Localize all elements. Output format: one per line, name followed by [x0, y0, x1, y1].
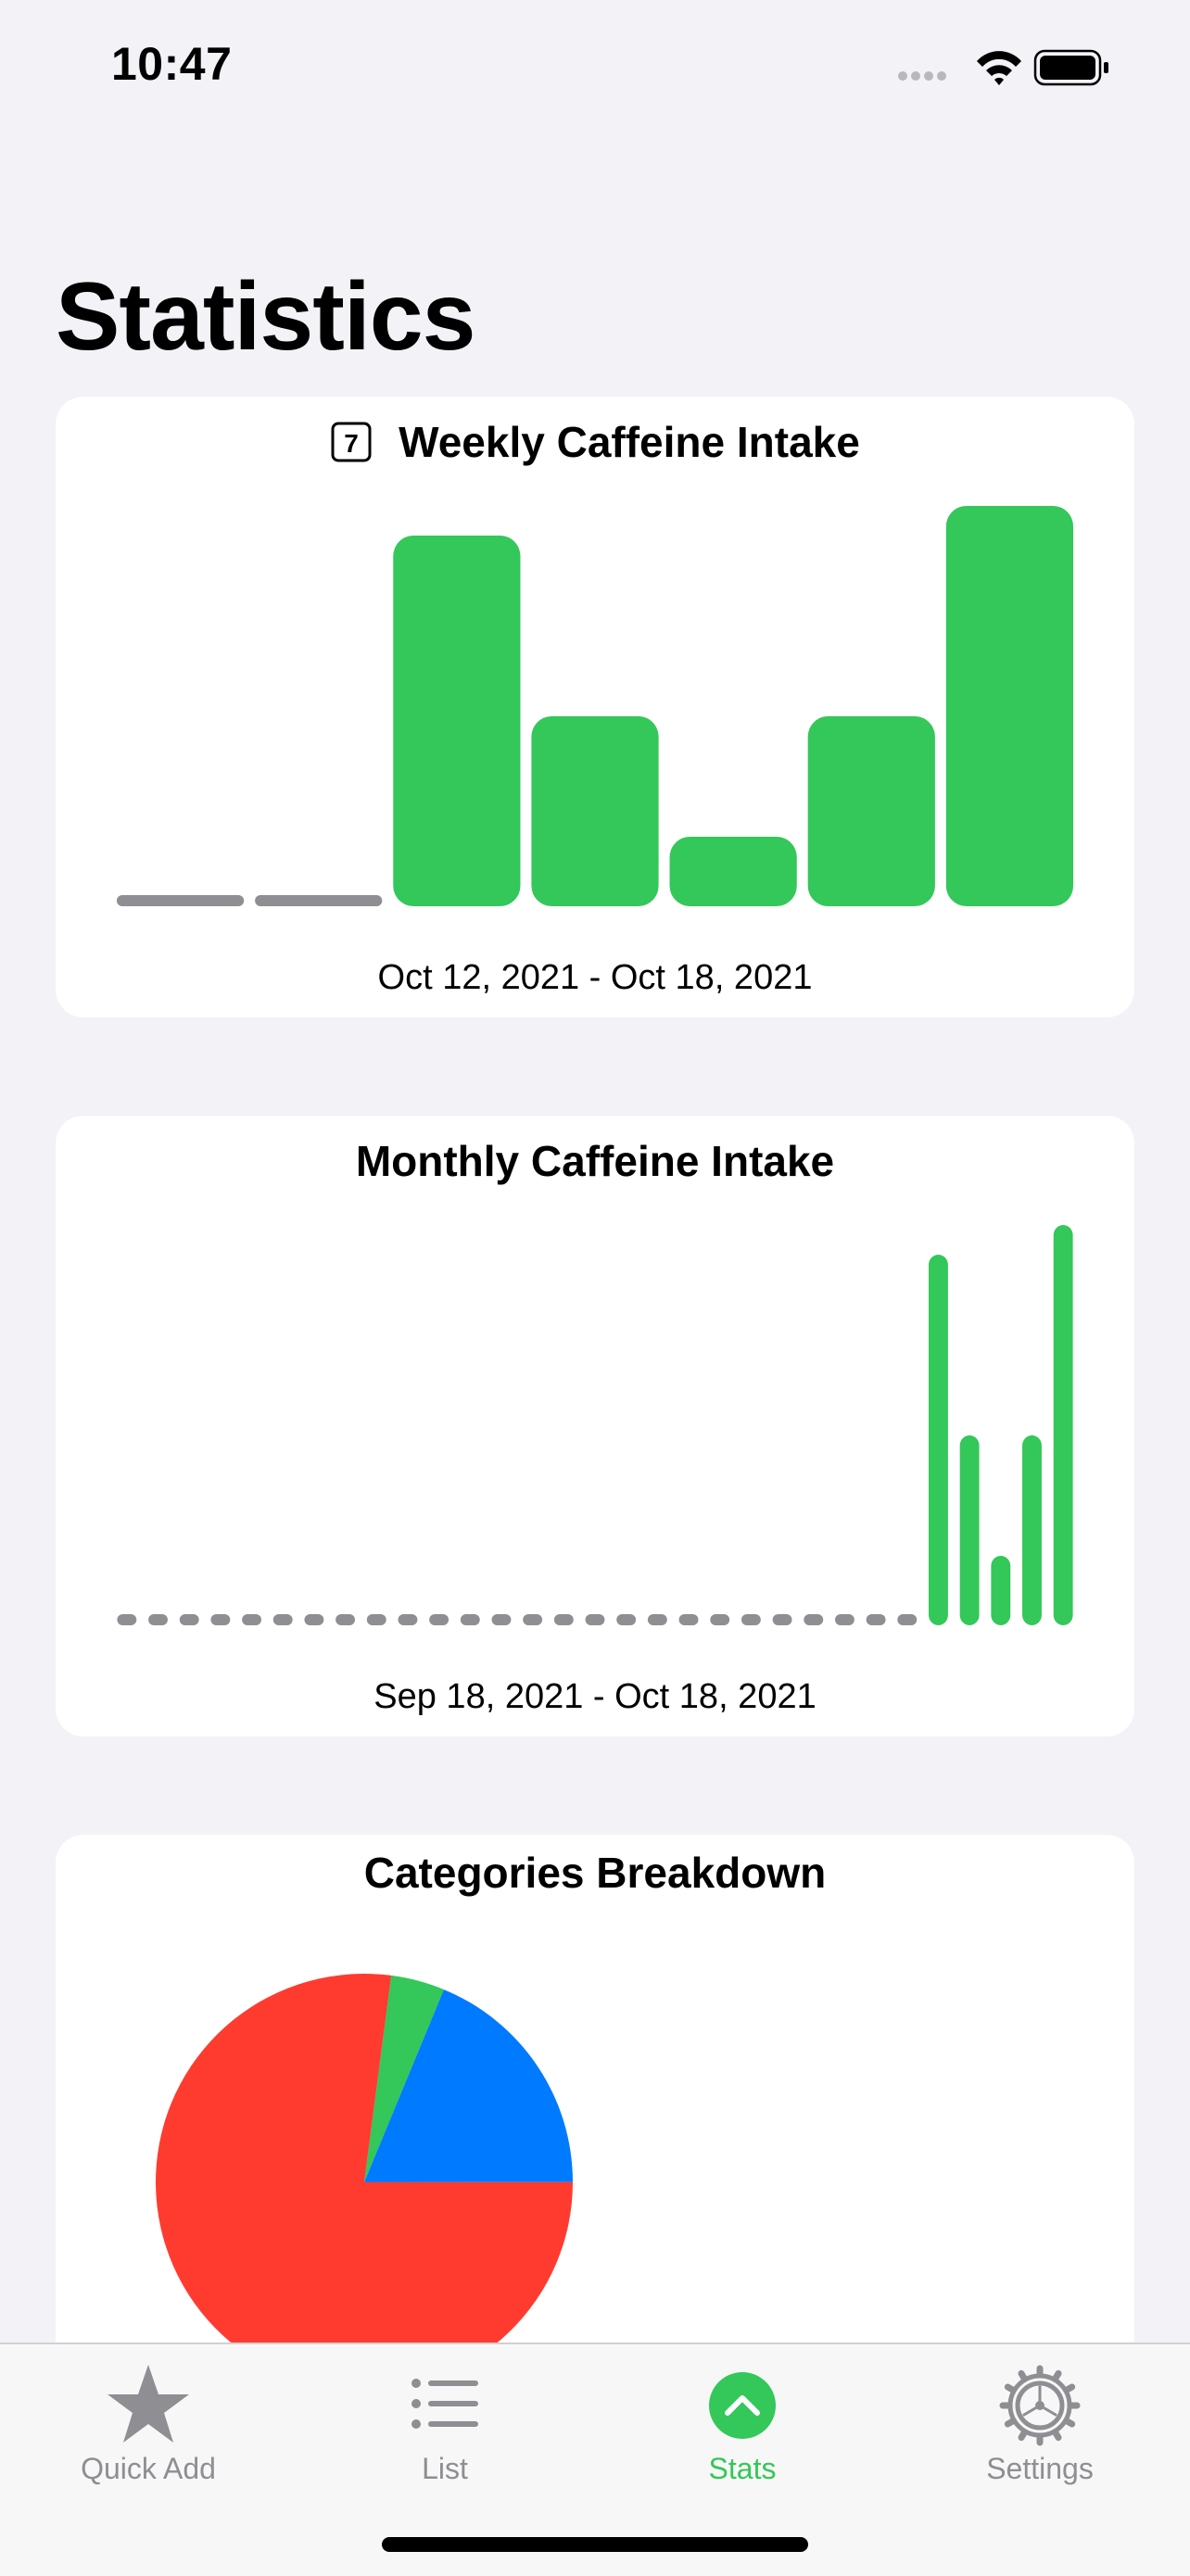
tab-label-list: List [422, 2452, 468, 2485]
bar-oct-13 [897, 1614, 918, 1625]
weekly-bar-chart [116, 506, 1074, 906]
bar-oct-4 [616, 1614, 637, 1625]
bar-oct-12 [866, 1614, 886, 1625]
categories-pie-chart [156, 1974, 574, 2391]
bar-oct-18 [1053, 1225, 1073, 1625]
stats-chevron-up-icon [709, 2372, 776, 2439]
bar-oct-15 [531, 716, 659, 906]
bar-sep-23 [272, 1614, 293, 1625]
bar-oct-9 [772, 1614, 792, 1625]
bar-sep-20 [179, 1614, 199, 1625]
bar-oct-16 [669, 837, 797, 906]
tab-stats[interactable]: Stats [631, 2357, 854, 2496]
monthly-date-range: Sep 18, 2021 - Oct 18, 2021 [373, 1677, 817, 1716]
bar-sep-18 [117, 1614, 137, 1625]
bar-sep-25 [335, 1614, 356, 1625]
bar-oct-17 [1022, 1435, 1042, 1625]
bar-oct-12 [116, 895, 245, 906]
bar-sep-28 [429, 1614, 449, 1625]
bar-sep-24 [304, 1614, 324, 1625]
tab-label-stats: Stats [708, 2452, 777, 2485]
bar-oct-10 [804, 1614, 824, 1625]
bar-sep-29 [460, 1614, 480, 1625]
home-indicator [382, 2537, 808, 2552]
categories-card[interactable]: Categories Breakdown [56, 1835, 1134, 2428]
status-icons [893, 44, 1116, 91]
bar-oct-14 [929, 1255, 948, 1625]
tab-settings[interactable]: Settings [929, 2357, 1151, 2496]
bar-oct-5 [647, 1614, 667, 1625]
bar-oct-11 [834, 1614, 855, 1625]
bar-oct-15 [959, 1435, 980, 1625]
wifi-icon [977, 51, 1021, 85]
bar-sep-26 [366, 1614, 386, 1625]
bar-oct-1 [523, 1614, 543, 1625]
weekly-date-range: Oct 12, 2021 - Oct 18, 2021 [377, 958, 813, 997]
gear-icon [999, 2365, 1081, 2446]
bar-oct-7 [710, 1614, 730, 1625]
bar-oct-2 [553, 1614, 574, 1625]
battery-icon [1033, 49, 1108, 86]
bar-sep-27 [398, 1614, 418, 1625]
bar-sep-21 [210, 1614, 231, 1625]
status-time: 10:47 [111, 38, 233, 90]
page-title: Statistics [56, 263, 475, 371]
bar-oct-6 [678, 1614, 699, 1625]
bar-sep-22 [242, 1614, 261, 1625]
bar-oct-16 [991, 1556, 1011, 1625]
bar-oct-17 [807, 716, 935, 906]
bar-sep-19 [148, 1614, 168, 1625]
bar-oct-13 [255, 895, 383, 906]
bar-oct-8 [741, 1614, 761, 1625]
tab-label-settings: Settings [986, 2452, 1094, 2485]
bar-sep-30 [491, 1614, 512, 1625]
weekly-intake-card[interactable]: 7 Weekly Caffeine Intake Oct 12, 2021 - … [56, 397, 1134, 1017]
monthly-intake-card[interactable]: Monthly Caffeine Intake Sep 18, 2021 - O… [56, 1116, 1134, 1736]
cellular-signal-icon [898, 71, 946, 81]
monthly-bar-chart [117, 1225, 1073, 1625]
star-icon [108, 2365, 189, 2443]
bar-oct-3 [585, 1614, 605, 1625]
bar-oct-18 [945, 506, 1074, 906]
list-icon [411, 2379, 478, 2429]
status-bar: 10:47 [0, 0, 1190, 130]
tab-quick-add[interactable]: Quick Add [37, 2357, 260, 2496]
tab-list[interactable]: List [334, 2357, 556, 2496]
bar-oct-14 [393, 536, 521, 906]
tab-label-quick-add: Quick Add [81, 2452, 216, 2485]
